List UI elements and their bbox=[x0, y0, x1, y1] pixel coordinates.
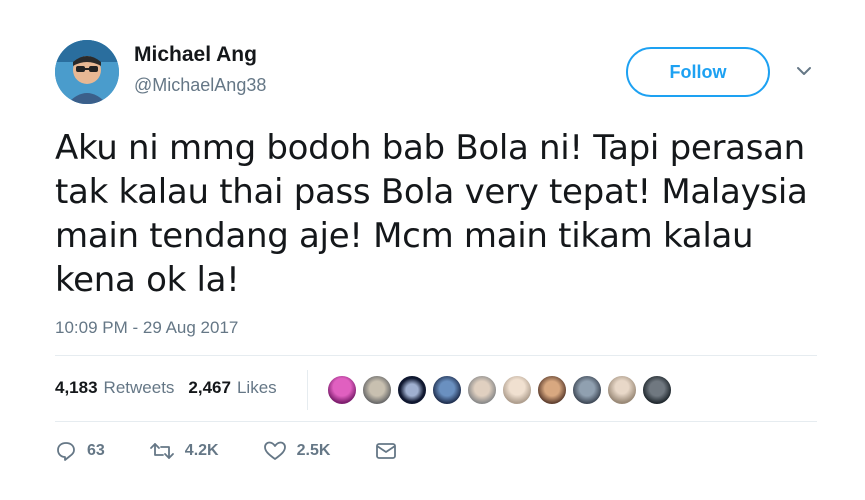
likes-label: Likes bbox=[236, 378, 277, 397]
reply-button[interactable]: 63 bbox=[55, 440, 105, 462]
liker-avatar[interactable] bbox=[536, 374, 568, 406]
message-icon bbox=[376, 443, 397, 459]
engagement-stats: 4,183 Retweets 2,467 Likes bbox=[55, 378, 277, 398]
liker-avatar[interactable] bbox=[326, 374, 358, 406]
divider bbox=[55, 355, 817, 356]
tweet-card: Michael Ang @MichaelAng38 Follow Aku ni … bbox=[0, 0, 865, 500]
like-button[interactable]: 2.5K bbox=[263, 440, 331, 462]
likes-count: 2,467 bbox=[188, 378, 231, 397]
retweet-button[interactable]: 4.2K bbox=[149, 440, 219, 462]
reply-icon bbox=[57, 442, 75, 461]
liker-avatar[interactable] bbox=[466, 374, 498, 406]
tweet-text: Aku ni mmg bodoh bab Bola ni! Tapi peras… bbox=[55, 128, 808, 300]
stats-separator bbox=[307, 370, 308, 410]
liker-avatar[interactable] bbox=[396, 374, 428, 406]
retweet-count: 4.2K bbox=[184, 442, 219, 459]
liker-avatars bbox=[326, 374, 676, 406]
retweet-icon bbox=[149, 443, 174, 459]
liker-avatar[interactable] bbox=[501, 374, 533, 406]
likes-stat[interactable]: 2,467 Likes bbox=[188, 378, 276, 398]
tweet-timestamp[interactable]: 10:09 PM - 29 Aug 2017 bbox=[55, 318, 238, 338]
action-bar: 63 4.2K 2.5K bbox=[55, 440, 452, 462]
liker-avatar[interactable] bbox=[606, 374, 638, 406]
heart-icon bbox=[263, 441, 286, 460]
liker-avatar[interactable] bbox=[431, 374, 463, 406]
author-name[interactable]: Michael Ang bbox=[134, 43, 257, 67]
follow-button[interactable]: Follow bbox=[626, 47, 770, 97]
chevron-down-icon[interactable] bbox=[795, 64, 813, 78]
direct-message-button[interactable] bbox=[374, 440, 408, 462]
liker-avatar[interactable] bbox=[641, 374, 673, 406]
retweets-stat[interactable]: 4,183 Retweets bbox=[55, 378, 174, 398]
liker-avatar[interactable] bbox=[361, 374, 393, 406]
avatar[interactable] bbox=[55, 40, 119, 104]
divider bbox=[55, 421, 817, 422]
retweets-label: Retweets bbox=[103, 378, 175, 397]
retweets-count: 4,183 bbox=[55, 378, 98, 397]
reply-count: 63 bbox=[87, 442, 105, 459]
like-count: 2.5K bbox=[296, 442, 331, 459]
liker-avatar[interactable] bbox=[571, 374, 603, 406]
author-handle[interactable]: @MichaelAng38 bbox=[134, 75, 266, 96]
